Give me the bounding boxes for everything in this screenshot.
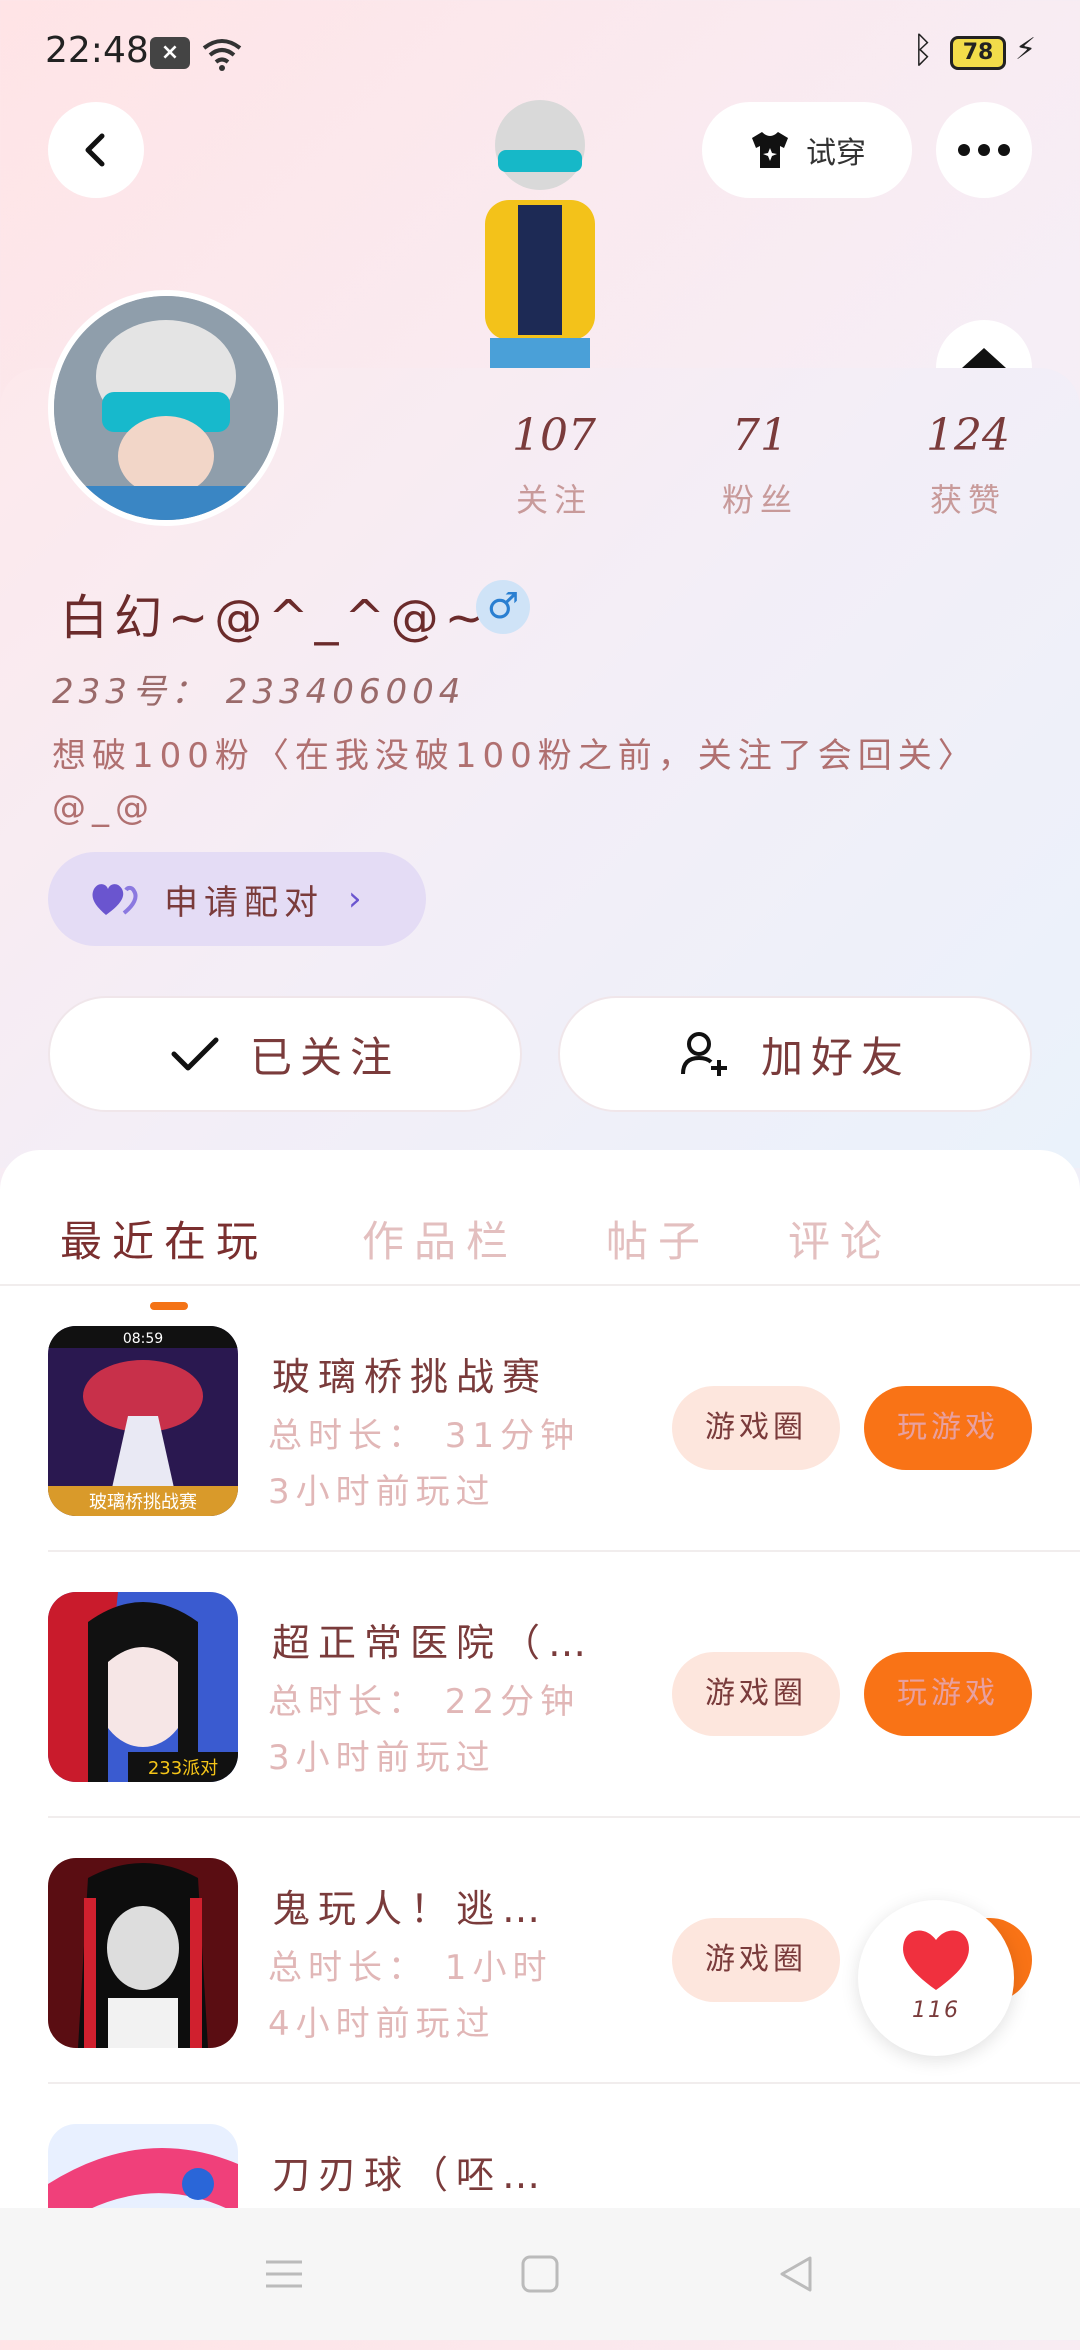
request-pair-button[interactable]: 申请配对 › (48, 852, 426, 946)
game-last-played: 4小时前玩过 (268, 2004, 496, 2044)
game-duration: 总时长： 22分钟 (268, 1682, 581, 1722)
likes-label: 获赞 (929, 481, 1006, 519)
game-duration: 总时长： 31分钟 (268, 1416, 581, 1456)
more-dots-icon (958, 144, 1010, 156)
stat-following[interactable]: 107 关注 (454, 410, 654, 521)
game-circle-button[interactable]: 游戏圈 (672, 1386, 840, 1470)
list-item[interactable]: 08:59 玻璃桥挑战赛 玻璃桥挑战赛 总时长： 31分钟 3小时前玩过 游戏圈… (0, 1286, 1080, 1552)
bio: 想破100粉〈在我没破100粉之前，关注了会回关〉@_@ (52, 736, 978, 828)
tshirt-icon (752, 132, 788, 168)
play-game-button[interactable]: 玩游戏 (864, 1652, 1032, 1736)
game-title: 玻璃桥挑战赛 (272, 1355, 549, 1399)
try-on-label: 试穿 (806, 136, 866, 171)
check-icon (171, 1037, 219, 1071)
game-circle-button[interactable]: 游戏圈 (672, 1918, 840, 2002)
tab-bar: 最近在玩 作品栏 帖子 评论 (0, 1178, 1080, 1310)
game-circle-button[interactable]: 游戏圈 (672, 1652, 840, 1736)
try-on-button[interactable]: 试穿 (702, 102, 912, 198)
notification-icon: × (150, 37, 190, 69)
status-time: 22:48 (45, 30, 149, 71)
menu-icon[interactable] (262, 2252, 306, 2296)
play-game-button[interactable]: 玩游戏 (864, 1386, 1032, 1470)
followed-label: 已关注 (249, 1032, 400, 1082)
game-thumbnail[interactable]: 08:59 玻璃桥挑战赛 (48, 1326, 238, 1516)
tab-recently-played[interactable]: 最近在玩 (60, 1208, 268, 1269)
game-title: 刀刃球（呸… (272, 2153, 549, 2197)
status-bar: 22:48 × ᛒ 78 ⚡ (0, 0, 1080, 100)
heart-icon (903, 1930, 969, 1990)
avatar[interactable] (48, 290, 284, 526)
following-label: 关注 (515, 481, 592, 519)
game-thumbnail[interactable]: 233派对 (48, 1592, 238, 1782)
add-friend-icon (680, 1032, 727, 1076)
character-figure (430, 90, 650, 370)
chevron-right-icon: › (348, 879, 368, 919)
nickname: 白幻~@^_^@~ (60, 590, 491, 646)
likes-count: 124 (926, 410, 1010, 461)
followed-button[interactable]: 已关注 (48, 996, 522, 1112)
tab-comments[interactable]: 评论 (788, 1208, 892, 1269)
game-duration: 总时长： 1小时 (268, 1948, 553, 1988)
back-nav-icon[interactable] (774, 2252, 818, 2296)
tab-posts[interactable]: 帖子 (606, 1208, 710, 1269)
stat-fans[interactable]: 71 粉丝 (660, 410, 860, 521)
more-button[interactable] (936, 102, 1032, 198)
game-last-played: 3小时前玩过 (268, 1738, 496, 1778)
fans-label: 粉丝 (721, 481, 798, 519)
stat-likes[interactable]: 124 获赞 (868, 410, 1068, 521)
battery-icon: 78 (950, 36, 1006, 70)
back-button[interactable] (48, 102, 144, 198)
charging-icon: ⚡ (1015, 32, 1037, 67)
like-count: 116 (912, 1998, 960, 2023)
wifi-icon (202, 39, 242, 71)
game-title: 超正常医院（… (272, 1621, 595, 1665)
back-arrow-icon (85, 133, 105, 167)
like-float-button[interactable]: 116 (858, 1900, 1014, 2056)
double-heart-icon (92, 884, 138, 915)
user-id: 233号： 233406004 (52, 672, 466, 712)
thumb-title: 玻璃桥挑战赛 (89, 1492, 197, 1513)
list-item[interactable]: 233派对 超正常医院（… 总时长： 22分钟 3小时前玩过 游戏圈 玩游戏 (0, 1552, 1080, 1818)
add-friend-button[interactable]: 加好友 (558, 996, 1032, 1112)
following-count: 107 (512, 410, 596, 461)
add-friend-label: 加好友 (760, 1032, 911, 1082)
fans-count: 71 (732, 410, 788, 461)
game-last-played: 3小时前玩过 (268, 1472, 496, 1512)
bluetooth-icon: ᛒ (912, 30, 934, 71)
system-nav-bar (0, 2208, 1080, 2340)
tab-works[interactable]: 作品栏 (362, 1208, 518, 1269)
thumb-badge: 233派对 (148, 1758, 218, 1779)
game-thumbnail[interactable] (48, 1858, 238, 2048)
game-title: 鬼玩人！逃… (272, 1887, 549, 1931)
request-pair-label: 申请配对 (164, 882, 324, 923)
thumb-time: 08:59 (123, 1331, 163, 1347)
home-nav-icon[interactable] (518, 2252, 562, 2296)
gender-male-icon: ♂ (476, 580, 530, 634)
